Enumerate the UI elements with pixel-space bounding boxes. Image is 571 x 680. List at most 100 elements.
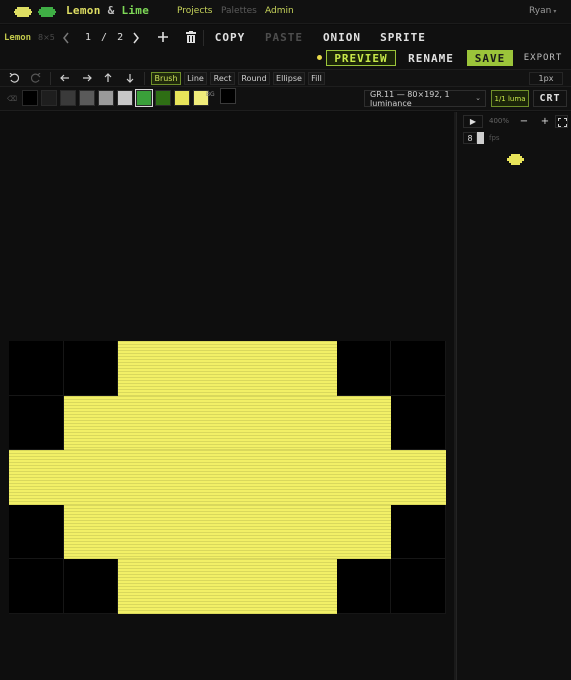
canvas-pixel[interactable] xyxy=(282,559,337,614)
canvas-pixel[interactable] xyxy=(9,450,64,505)
play-button[interactable]: ▶ xyxy=(463,115,483,128)
canvas-pixel[interactable] xyxy=(391,341,446,396)
canvas-pixel[interactable] xyxy=(282,395,337,451)
plus-icon xyxy=(158,32,168,42)
color-swatch[interactable] xyxy=(135,89,153,107)
canvas-pixel[interactable] xyxy=(227,341,283,396)
nav-admin-link[interactable]: Admin xyxy=(265,6,294,16)
canvas-pixel[interactable] xyxy=(118,559,173,614)
canvas-pixel[interactable] xyxy=(227,504,283,560)
canvas-pixel[interactable] xyxy=(227,559,283,614)
copy-frame-button[interactable]: COPY xyxy=(207,29,253,46)
canvas-pixel[interactable] xyxy=(172,341,228,396)
canvas-pixel[interactable] xyxy=(63,450,119,505)
canvas-pixel[interactable] xyxy=(336,559,392,614)
canvas-pixel[interactable] xyxy=(336,450,392,505)
preview-button[interactable]: PREVIEW xyxy=(326,50,396,66)
canvas-pixel[interactable] xyxy=(391,504,446,560)
crt-toggle[interactable]: CRT xyxy=(533,90,567,107)
canvas-pixel[interactable] xyxy=(9,395,64,451)
color-swatch[interactable] xyxy=(22,90,38,106)
tool-round[interactable]: Round xyxy=(238,72,270,85)
canvas-pixel[interactable] xyxy=(118,395,173,451)
tool-ellipse[interactable]: Ellipse xyxy=(273,72,305,85)
color-swatch[interactable] xyxy=(79,90,95,106)
canvas-pixel[interactable] xyxy=(336,504,392,560)
nav-palettes-link[interactable]: Palettes xyxy=(221,6,257,16)
canvas-pixel[interactable] xyxy=(172,395,228,451)
sprite-preview xyxy=(507,154,524,165)
canvas-pixel[interactable] xyxy=(9,341,64,396)
canvas-pixel[interactable] xyxy=(336,341,392,396)
canvas-pixel[interactable] xyxy=(118,341,173,396)
previous-frame-button[interactable] xyxy=(59,31,73,45)
tool-line[interactable]: Line xyxy=(184,72,207,85)
canvas-pixel[interactable] xyxy=(391,395,446,451)
shift-up-button[interactable] xyxy=(101,71,115,85)
delete-frame-button[interactable] xyxy=(183,29,199,45)
canvas-pixel[interactable] xyxy=(172,504,228,560)
canvas-pixel[interactable] xyxy=(282,450,337,505)
project-name[interactable]: Lemon xyxy=(4,33,31,43)
color-swatch[interactable] xyxy=(98,90,114,106)
nav-projects-link[interactable]: Projects xyxy=(177,6,212,16)
canvas-pixel[interactable] xyxy=(63,504,119,560)
tool-brush[interactable]: Brush xyxy=(151,72,181,85)
color-swatch[interactable] xyxy=(174,90,190,106)
add-frame-button[interactable] xyxy=(155,29,171,45)
undo-icon xyxy=(9,73,19,83)
export-button[interactable]: EXPORT xyxy=(520,50,566,66)
canvas-pixel[interactable] xyxy=(227,395,283,451)
color-swatch[interactable] xyxy=(41,90,57,106)
color-swatch[interactable] xyxy=(117,90,133,106)
canvas-pixel[interactable] xyxy=(227,450,283,505)
app-brand-title[interactable]: Lemon & Lime xyxy=(66,4,149,17)
next-frame-button[interactable] xyxy=(129,31,143,45)
zoom-in-button[interactable]: + xyxy=(538,115,552,128)
eraser-icon[interactable]: ⌫ xyxy=(7,95,17,103)
canvas-pixel[interactable] xyxy=(172,559,228,614)
chevron-down-icon: ⌄ xyxy=(475,94,481,102)
canvas-pixel[interactable] xyxy=(118,450,173,505)
shift-left-button[interactable] xyxy=(58,71,72,85)
color-swatch[interactable] xyxy=(60,90,76,106)
shift-down-button[interactable] xyxy=(123,71,137,85)
graphics-mode-select[interactable]: GR.11 — 80×192, 1 luminance ⌄ xyxy=(364,90,486,108)
redo-button[interactable] xyxy=(29,71,43,85)
sprite-button[interactable]: SPRITE xyxy=(374,29,432,46)
fps-stepper[interactable] xyxy=(477,132,484,144)
trash-icon xyxy=(186,31,196,43)
brush-size-select[interactable]: 1px xyxy=(529,72,563,85)
luma-toggle[interactable]: 1/1 luma xyxy=(491,90,529,107)
zoom-out-button[interactable]: − xyxy=(517,115,531,128)
fps-input[interactable]: 8 xyxy=(463,132,477,144)
arrow-right-icon xyxy=(83,74,92,82)
canvas-pixel[interactable] xyxy=(336,395,392,451)
rename-button[interactable]: RENAME xyxy=(403,50,459,66)
user-name: Ryan xyxy=(529,6,552,16)
canvas-pixel[interactable] xyxy=(118,504,173,560)
canvas-pixel[interactable] xyxy=(282,341,337,396)
canvas-pixel[interactable] xyxy=(9,559,64,614)
tool-rect[interactable]: Rect xyxy=(210,72,235,85)
onion-skin-button[interactable]: ONION xyxy=(316,29,368,46)
canvas-pixel[interactable] xyxy=(63,395,119,451)
canvas-pixel[interactable] xyxy=(63,559,119,614)
brand-ampersand: & xyxy=(107,4,115,17)
pixel-canvas[interactable] xyxy=(9,341,446,614)
canvas-pixel[interactable] xyxy=(9,504,64,560)
undo-button[interactable] xyxy=(7,71,21,85)
save-button[interactable]: SAVE xyxy=(467,50,513,66)
canvas-pixel[interactable] xyxy=(391,559,446,614)
canvas-pixel[interactable] xyxy=(63,341,119,396)
fullscreen-icon[interactable] xyxy=(555,115,568,128)
color-swatch[interactable] xyxy=(155,90,171,106)
tool-fill[interactable]: Fill xyxy=(308,72,325,85)
background-color-swatch[interactable] xyxy=(220,88,236,104)
paste-frame-button[interactable]: PASTE xyxy=(258,29,310,46)
user-menu[interactable]: Ryan ▾ xyxy=(529,6,556,16)
canvas-pixel[interactable] xyxy=(172,450,228,505)
canvas-pixel[interactable] xyxy=(391,450,446,505)
shift-right-button[interactable] xyxy=(80,71,94,85)
canvas-pixel[interactable] xyxy=(282,504,337,560)
